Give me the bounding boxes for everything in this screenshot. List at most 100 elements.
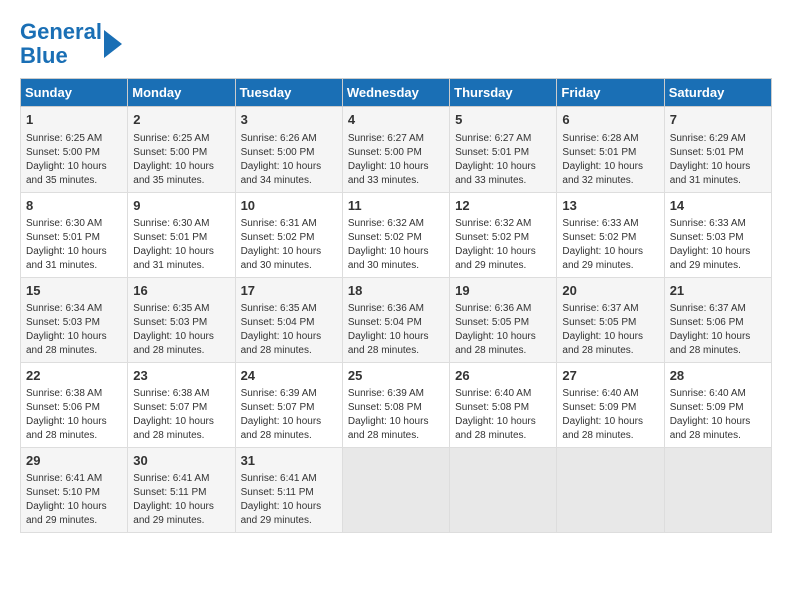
calendar-cell: 17 Sunrise: 6:35 AM Sunset: 5:04 PM Dayli… [235, 277, 342, 362]
day-info: Sunrise: 6:30 AM Sunset: 5:01 PM Dayligh… [26, 217, 122, 273]
calendar-cell: 13 Sunrise: 6:33 AM Sunset: 5:02 PM Dayli… [557, 192, 664, 277]
page-header: General Blue [20, 20, 772, 68]
calendar-header-sunday: Sunday [21, 79, 128, 107]
day-number: 3 [241, 111, 337, 129]
day-number: 12 [455, 197, 551, 215]
day-number: 14 [670, 197, 766, 215]
calendar-cell: 6 Sunrise: 6:28 AM Sunset: 5:01 PM Daylig… [557, 107, 664, 192]
calendar-cell: 14Sunrise: 6:33 AM Sunset: 5:03 PM Dayli… [664, 192, 771, 277]
day-number: 11 [348, 197, 444, 215]
calendar-week-1: 1Sunrise: 6:25 AM Sunset: 5:00 PM Daylig… [21, 107, 772, 192]
calendar-table: SundayMondayTuesdayWednesdayThursdayFrid… [20, 78, 772, 533]
calendar-cell: 29 Sunrise: 6:41 AM Sunset: 5:10 PM Dayli… [21, 448, 128, 533]
day-number: 7 [670, 111, 766, 129]
calendar-week-4: 22 Sunrise: 6:38 AM Sunset: 5:06 PM Dayli… [21, 362, 772, 447]
day-info: Sunrise: 6:40 AM Sunset: 5:09 PM Dayligh… [562, 387, 658, 443]
calendar-cell: 5Sunrise: 6:27 AM Sunset: 5:01 PM Daylig… [450, 107, 557, 192]
calendar-cell [664, 448, 771, 533]
day-number: 8 [26, 197, 122, 215]
day-info: Sunrise: 6:40 AM Sunset: 5:08 PM Dayligh… [455, 387, 551, 443]
calendar-cell: 10Sunrise: 6:31 AM Sunset: 5:02 PM Dayli… [235, 192, 342, 277]
calendar-week-3: 15 Sunrise: 6:34 AM Sunset: 5:03 PM Dayli… [21, 277, 772, 362]
day-number: 5 [455, 111, 551, 129]
day-info: Sunrise: 6:29 AM Sunset: 5:01 PM Dayligh… [670, 132, 766, 188]
calendar-cell: 23 Sunrise: 6:38 AM Sunset: 5:07 PM Dayli… [128, 362, 235, 447]
calendar-cell: 24 Sunrise: 6:39 AM Sunset: 5:07 PM Dayli… [235, 362, 342, 447]
logo-blue: Blue [20, 43, 68, 68]
day-number: 9 [133, 197, 229, 215]
logo: General Blue [20, 20, 122, 68]
calendar-cell: 31 Sunrise: 6:41 AM Sunset: 5:11 PM Dayli… [235, 448, 342, 533]
day-info: Sunrise: 6:38 AM Sunset: 5:06 PM Dayligh… [26, 387, 122, 443]
calendar-cell [342, 448, 449, 533]
day-number: 26 [455, 367, 551, 385]
calendar-header-monday: Monday [128, 79, 235, 107]
calendar-cell: 2Sunrise: 6:25 AM Sunset: 5:00 PM Daylig… [128, 107, 235, 192]
day-number: 31 [241, 452, 337, 470]
calendar-cell: 12 Sunrise: 6:32 AM Sunset: 5:02 PM Dayli… [450, 192, 557, 277]
day-number: 22 [26, 367, 122, 385]
calendar-cell: 27Sunrise: 6:40 AM Sunset: 5:09 PM Dayli… [557, 362, 664, 447]
day-number: 13 [562, 197, 658, 215]
day-info: Sunrise: 6:39 AM Sunset: 5:08 PM Dayligh… [348, 387, 444, 443]
calendar-header-row: SundayMondayTuesdayWednesdayThursdayFrid… [21, 79, 772, 107]
day-info: Sunrise: 6:33 AM Sunset: 5:02 PM Dayligh… [562, 217, 658, 273]
day-number: 29 [26, 452, 122, 470]
day-info: Sunrise: 6:36 AM Sunset: 5:05 PM Dayligh… [455, 302, 551, 358]
calendar-cell: 9 Sunrise: 6:30 AM Sunset: 5:01 PM Daylig… [128, 192, 235, 277]
day-info: Sunrise: 6:41 AM Sunset: 5:11 PM Dayligh… [241, 472, 337, 528]
calendar-cell: 11 Sunrise: 6:32 AM Sunset: 5:02 PM Dayli… [342, 192, 449, 277]
day-number: 15 [26, 282, 122, 300]
calendar-cell: 8 Sunrise: 6:30 AM Sunset: 5:01 PM Daylig… [21, 192, 128, 277]
day-info: Sunrise: 6:35 AM Sunset: 5:04 PM Dayligh… [241, 302, 337, 358]
day-number: 1 [26, 111, 122, 129]
calendar-cell: 21Sunrise: 6:37 AM Sunset: 5:06 PM Dayli… [664, 277, 771, 362]
logo-text: General Blue [20, 20, 102, 68]
calendar-cell: 3Sunrise: 6:26 AM Sunset: 5:00 PM Daylig… [235, 107, 342, 192]
day-info: Sunrise: 6:27 AM Sunset: 5:00 PM Dayligh… [348, 132, 444, 188]
day-info: Sunrise: 6:36 AM Sunset: 5:04 PM Dayligh… [348, 302, 444, 358]
calendar-cell: 15 Sunrise: 6:34 AM Sunset: 5:03 PM Dayli… [21, 277, 128, 362]
day-info: Sunrise: 6:40 AM Sunset: 5:09 PM Dayligh… [670, 387, 766, 443]
calendar-cell [557, 448, 664, 533]
day-number: 6 [562, 111, 658, 129]
calendar-cell: 20Sunrise: 6:37 AM Sunset: 5:05 PM Dayli… [557, 277, 664, 362]
day-info: Sunrise: 6:30 AM Sunset: 5:01 PM Dayligh… [133, 217, 229, 273]
calendar-cell: 30 Sunrise: 6:41 AM Sunset: 5:11 PM Dayli… [128, 448, 235, 533]
calendar-cell: 1Sunrise: 6:25 AM Sunset: 5:00 PM Daylig… [21, 107, 128, 192]
day-info: Sunrise: 6:39 AM Sunset: 5:07 PM Dayligh… [241, 387, 337, 443]
logo-arrow-icon [104, 30, 122, 58]
calendar-week-5: 29 Sunrise: 6:41 AM Sunset: 5:10 PM Dayli… [21, 448, 772, 533]
day-number: 24 [241, 367, 337, 385]
calendar-cell: 16 Sunrise: 6:35 AM Sunset: 5:03 PM Dayli… [128, 277, 235, 362]
calendar-cell: 25 Sunrise: 6:39 AM Sunset: 5:08 PM Dayli… [342, 362, 449, 447]
calendar-cell: 18 Sunrise: 6:36 AM Sunset: 5:04 PM Dayli… [342, 277, 449, 362]
calendar-header-friday: Friday [557, 79, 664, 107]
day-number: 17 [241, 282, 337, 300]
day-number: 18 [348, 282, 444, 300]
day-number: 19 [455, 282, 551, 300]
day-number: 10 [241, 197, 337, 215]
day-info: Sunrise: 6:34 AM Sunset: 5:03 PM Dayligh… [26, 302, 122, 358]
day-number: 25 [348, 367, 444, 385]
calendar-week-2: 8 Sunrise: 6:30 AM Sunset: 5:01 PM Daylig… [21, 192, 772, 277]
day-info: Sunrise: 6:35 AM Sunset: 5:03 PM Dayligh… [133, 302, 229, 358]
calendar-header-saturday: Saturday [664, 79, 771, 107]
day-info: Sunrise: 6:41 AM Sunset: 5:10 PM Dayligh… [26, 472, 122, 528]
calendar-cell: 19 Sunrise: 6:36 AM Sunset: 5:05 PM Dayli… [450, 277, 557, 362]
calendar-cell: 26 Sunrise: 6:40 AM Sunset: 5:08 PM Dayli… [450, 362, 557, 447]
day-info: Sunrise: 6:37 AM Sunset: 5:06 PM Dayligh… [670, 302, 766, 358]
day-info: Sunrise: 6:41 AM Sunset: 5:11 PM Dayligh… [133, 472, 229, 528]
day-number: 23 [133, 367, 229, 385]
calendar-header-tuesday: Tuesday [235, 79, 342, 107]
day-info: Sunrise: 6:38 AM Sunset: 5:07 PM Dayligh… [133, 387, 229, 443]
day-number: 20 [562, 282, 658, 300]
day-info: Sunrise: 6:28 AM Sunset: 5:01 PM Dayligh… [562, 132, 658, 188]
day-info: Sunrise: 6:32 AM Sunset: 5:02 PM Dayligh… [455, 217, 551, 273]
day-number: 16 [133, 282, 229, 300]
calendar-cell [450, 448, 557, 533]
day-number: 30 [133, 452, 229, 470]
day-info: Sunrise: 6:32 AM Sunset: 5:02 PM Dayligh… [348, 217, 444, 273]
day-number: 2 [133, 111, 229, 129]
calendar-header-thursday: Thursday [450, 79, 557, 107]
